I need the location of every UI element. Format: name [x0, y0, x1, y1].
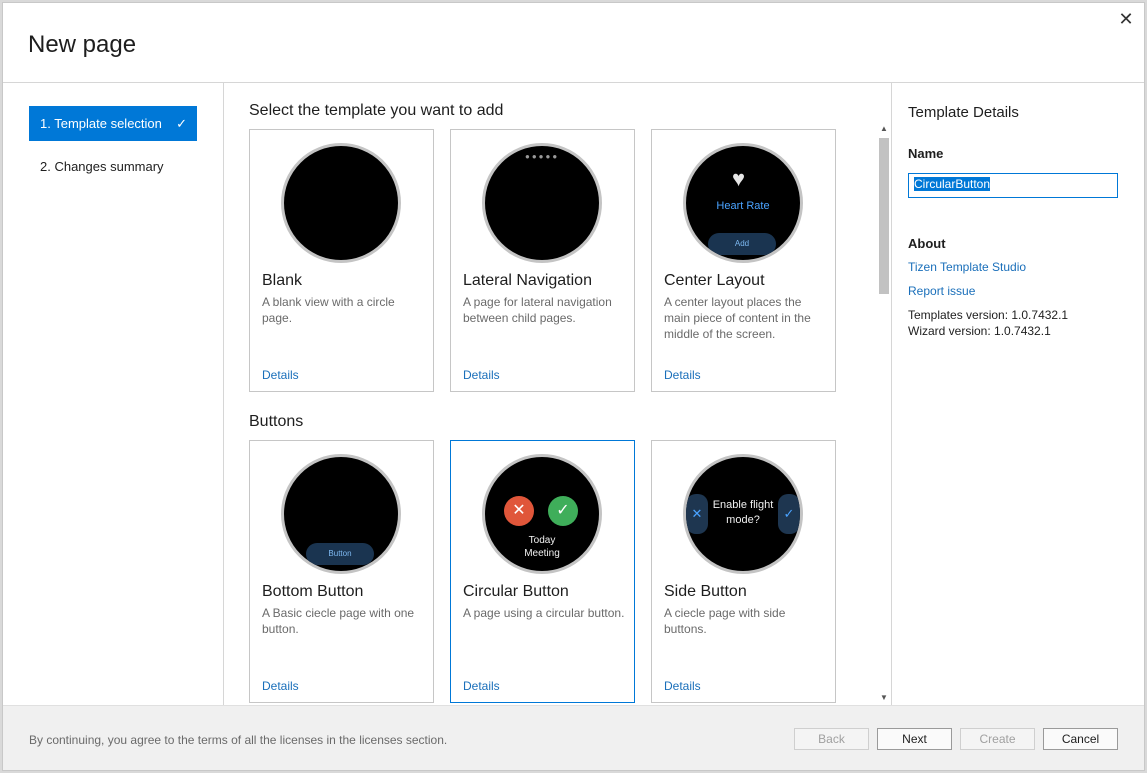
watch-text-line: Meeting — [524, 548, 560, 559]
card-description: A page using a circular button. — [463, 606, 625, 620]
card-description: A ciecle page with side buttons. — [664, 606, 786, 636]
create-button[interactable]: Create — [960, 728, 1035, 750]
steps-panel: 1. Template selection ✓ 2. Changes summa… — [3, 83, 224, 705]
card-title: Side Button — [664, 583, 747, 600]
watch-text-line: mode? — [726, 514, 760, 526]
name-field[interactable]: CircularButton — [908, 173, 1118, 198]
watch-preview: Button — [281, 454, 401, 574]
watch-preview: ♥ Heart Rate Add — [683, 143, 803, 263]
details-link[interactable]: Details — [262, 679, 299, 693]
step-template-selection[interactable]: 1. Template selection ✓ — [29, 106, 197, 141]
card-title: Blank — [262, 272, 303, 289]
watch-label: Heart Rate — [716, 200, 770, 212]
report-issue-link[interactable]: Report issue — [908, 284, 975, 298]
template-details-panel: Template Details Name CircularButton Abo… — [893, 83, 1145, 705]
next-button[interactable]: Next — [877, 728, 952, 750]
scroll-up-arrow-icon[interactable]: ▲ — [879, 124, 889, 134]
name-value: CircularButton — [914, 177, 991, 191]
template-card-bottom-button[interactable]: Button Bottom Button A Basic ciecle page… — [249, 440, 434, 703]
checkmark-icon: ✓ — [176, 116, 187, 131]
watch-text: Enable flight mode? — [708, 498, 778, 528]
card-description: A page for lateral navigation between ch… — [463, 295, 612, 325]
card-title: Bottom Button — [262, 583, 364, 600]
watch-preview: ✕ ✓ Enable flight mode? — [683, 454, 803, 574]
watch-preview: ✕ ✓ Today Meeting — [482, 454, 602, 574]
details-link[interactable]: Details — [463, 679, 500, 693]
details-link[interactable]: Details — [262, 368, 299, 382]
cancel-icon: ✕ — [504, 496, 534, 526]
card-title: Circular Button — [463, 583, 569, 600]
watch-text: Today Meeting — [485, 534, 599, 560]
page-indicator-icon: ●●●●● — [525, 152, 560, 161]
step-label: 1. Template selection — [40, 116, 162, 131]
details-link[interactable]: Details — [463, 368, 500, 382]
wizard-version: Wizard version: 1.0.7432.1 — [908, 324, 1051, 338]
watch-preview: ●●●●● — [482, 143, 602, 263]
details-link[interactable]: Details — [664, 368, 701, 382]
about-label: About — [908, 236, 946, 251]
watch-text-line: Today — [528, 535, 556, 546]
section-title-buttons: Buttons — [249, 413, 304, 430]
templates-version: Templates version: 1.0.7432.1 — [908, 308, 1069, 322]
close-icon: ✕ — [686, 494, 708, 534]
details-link[interactable]: Details — [664, 679, 701, 693]
card-description: A center layout places the main piece of… — [664, 295, 811, 341]
checkmark-icon: ✓ — [778, 494, 800, 534]
template-card-blank[interactable]: Blank A blank view with a circle page. D… — [249, 129, 434, 392]
scroll-down-arrow-icon[interactable]: ▼ — [879, 693, 889, 703]
card-description: A blank view with a circle page. — [262, 295, 395, 325]
name-label: Name — [908, 146, 944, 161]
section-title: Select the template you want to add — [249, 102, 504, 119]
template-list: Select the template you want to add Blan… — [225, 83, 892, 705]
watch-text-line: Enable flight — [712, 499, 774, 511]
dialog-title: New page — [28, 31, 137, 58]
confirm-icon: ✓ — [548, 496, 578, 526]
watch-bottom-button: Button — [306, 543, 374, 565]
template-card-center-layout[interactable]: ♥ Heart Rate Add Center Layout A center … — [651, 129, 836, 392]
details-title: Template Details — [908, 104, 1019, 121]
step-label: 2. Changes summary — [40, 159, 164, 174]
cancel-button[interactable]: Cancel — [1043, 728, 1118, 750]
card-title: Lateral Navigation — [463, 272, 592, 289]
heart-icon: ♥ — [732, 166, 746, 191]
back-button[interactable]: Back — [794, 728, 869, 750]
card-description: A Basic ciecle page with one button. — [262, 606, 415, 636]
tizen-template-studio-link[interactable]: Tizen Template Studio — [908, 260, 1026, 274]
card-title: Center Layout — [664, 272, 765, 289]
watch-preview — [281, 143, 401, 263]
new-page-dialog: ✕ New page 1. Template selection ✓ 2. Ch… — [2, 2, 1145, 771]
scrollbar-thumb[interactable] — [879, 138, 889, 294]
close-icon[interactable]: ✕ — [1116, 9, 1136, 29]
license-note: By continuing, you agree to the terms of… — [29, 733, 448, 747]
template-card-side-button[interactable]: ✕ ✓ Enable flight mode? Side Button A ci… — [651, 440, 836, 703]
template-card-circular-button[interactable]: ✕ ✓ Today Meeting Circular Button A page… — [450, 440, 635, 703]
step-changes-summary[interactable]: 2. Changes summary — [29, 149, 197, 184]
watch-add-button: Add — [708, 233, 776, 255]
template-card-lateral-navigation[interactable]: ●●●●● Lateral Navigation A page for late… — [450, 129, 635, 392]
dialog-footer: By continuing, you agree to the terms of… — [3, 705, 1144, 770]
